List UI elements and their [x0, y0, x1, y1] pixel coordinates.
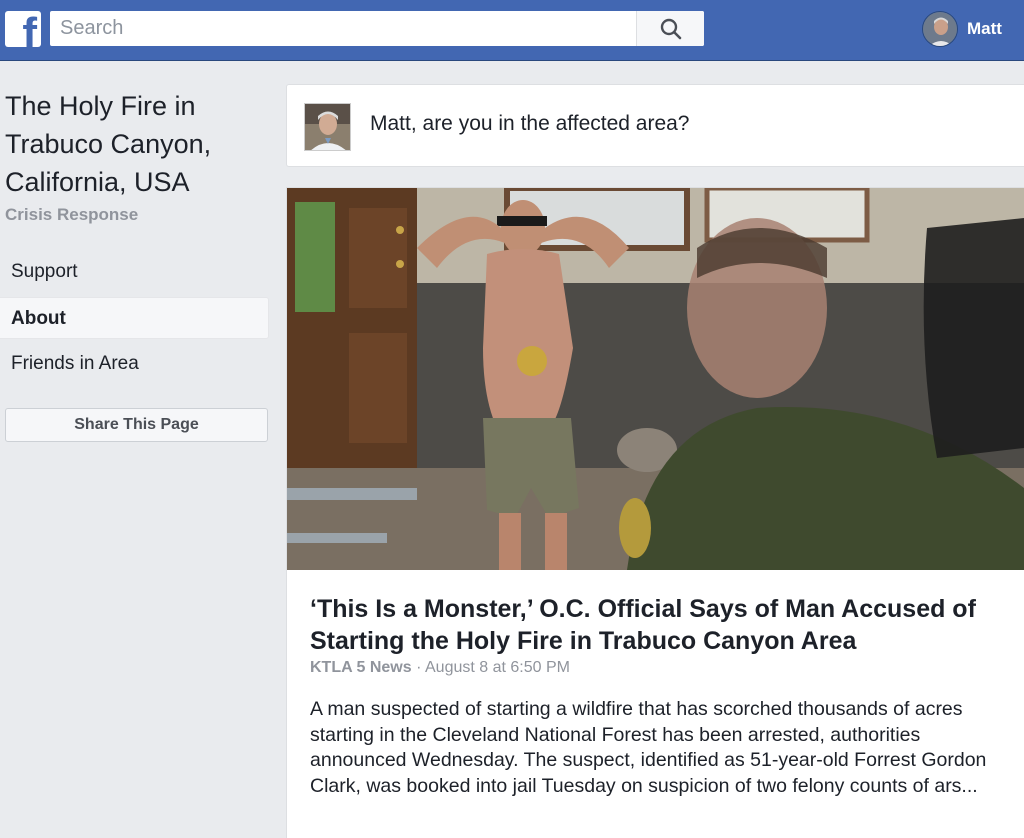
meta-separator: · [411, 659, 425, 676]
page-title: The Holy Fire in Trabuco Canyon, Califor… [5, 91, 212, 197]
safety-prompt-card: Matt, are you in the affected area? [286, 84, 1024, 167]
nav-item-friends-in-area[interactable]: Friends in Area [0, 343, 269, 385]
article-source-link[interactable]: KTLA 5 News [310, 659, 412, 676]
profile-link[interactable]: Matt [922, 10, 1002, 48]
nav-item-support[interactable]: Support [0, 251, 269, 293]
search-button[interactable] [636, 11, 704, 46]
search-bar [50, 11, 704, 46]
article-timestamp: August 8 at 6:50 PM [425, 659, 570, 676]
article-meta: KTLA 5 News · August 8 at 6:50 PM [310, 659, 570, 677]
article-title-link[interactable]: ‘This Is a Monster,’ O.C. Official Says … [310, 593, 990, 657]
search-input[interactable] [50, 11, 636, 46]
logo-letter: f [22, 11, 37, 48]
page-subtitle: Crisis Response [5, 205, 139, 224]
article-excerpt: A man suspected of starting a wildfire t… [310, 698, 987, 797]
search-icon [660, 18, 681, 39]
news-article-card: ‘This Is a Monster,’ O.C. Official Says … [286, 187, 1024, 838]
profile-name: Matt [967, 19, 1002, 38]
nav-item-about[interactable]: About [0, 297, 269, 339]
avatar [922, 11, 958, 47]
top-navigation-bar: f Matt [0, 0, 1024, 61]
facebook-logo-icon[interactable]: f [5, 11, 41, 47]
avatar [304, 103, 351, 151]
share-page-button[interactable]: Share This Page [5, 408, 268, 442]
article-image[interactable] [287, 188, 1024, 570]
safety-question: Matt, are you in the affected area? [370, 112, 690, 135]
